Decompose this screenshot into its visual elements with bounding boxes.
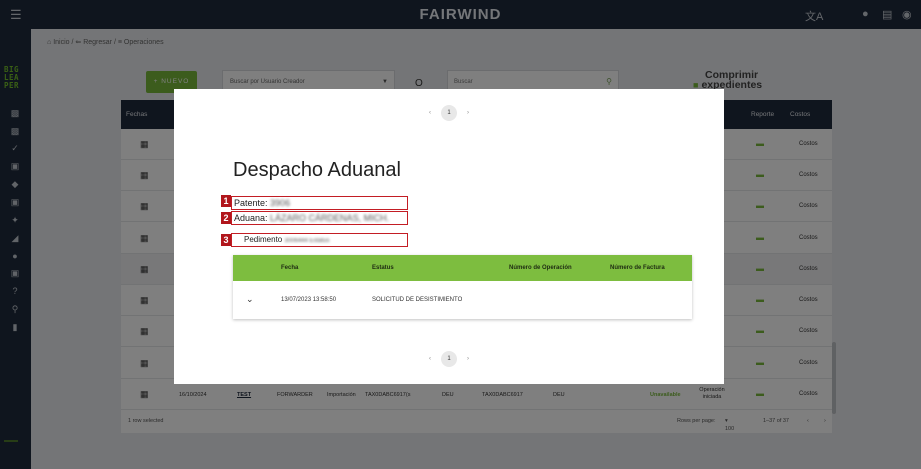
header-fecha: Fecha	[281, 265, 299, 271]
modal-pager-top: ‹ 1 ›	[174, 105, 724, 123]
page-button[interactable]: 1	[441, 351, 457, 367]
detail-header: Fecha Estatus Número de Operación Número…	[233, 255, 692, 281]
modal-pager-bottom: ‹ 1 ›	[174, 351, 724, 369]
prev-page-icon[interactable]: ‹	[423, 110, 437, 116]
header-numero-factura: Número de Factura	[610, 265, 665, 271]
header-numero-operacion: Número de Operación	[509, 265, 572, 271]
marker-3: 3	[221, 234, 231, 246]
detail-fecha: 13/07/2023 13:58:50	[281, 297, 337, 303]
expand-chevron-icon[interactable]: ⌄	[246, 294, 254, 305]
pedimento-field: Pedimento 3006444 Estatus	[231, 233, 408, 247]
modal-title: Despacho Aduanal	[233, 159, 401, 181]
marker-2: 2	[221, 212, 231, 224]
page-button[interactable]: 1	[441, 105, 457, 121]
detail-row: ⌄ 13/07/2023 13:58:50 SOLICITUD DE DESIS…	[233, 281, 692, 319]
patente-field: Patente: 3906	[231, 196, 408, 210]
marker-1: 1	[221, 195, 231, 207]
next-page-icon[interactable]: ›	[461, 110, 475, 116]
prev-page-icon[interactable]: ‹	[423, 356, 437, 362]
next-page-icon[interactable]: ›	[461, 356, 475, 362]
customs-dispatch-modal: ‹ 1 › Despacho Aduanal 1 Patente: 3906 2 A…	[174, 89, 724, 384]
header-estatus: Estatus	[372, 265, 394, 271]
detail-estatus: SOLICITUD DE DESISTIMIENTO	[372, 297, 463, 303]
aduana-field: Aduana: LÁZARO CÁRDENAS, MICH.	[231, 211, 408, 225]
pedimento-detail-table: Fecha Estatus Número de Operación Número…	[233, 255, 692, 319]
